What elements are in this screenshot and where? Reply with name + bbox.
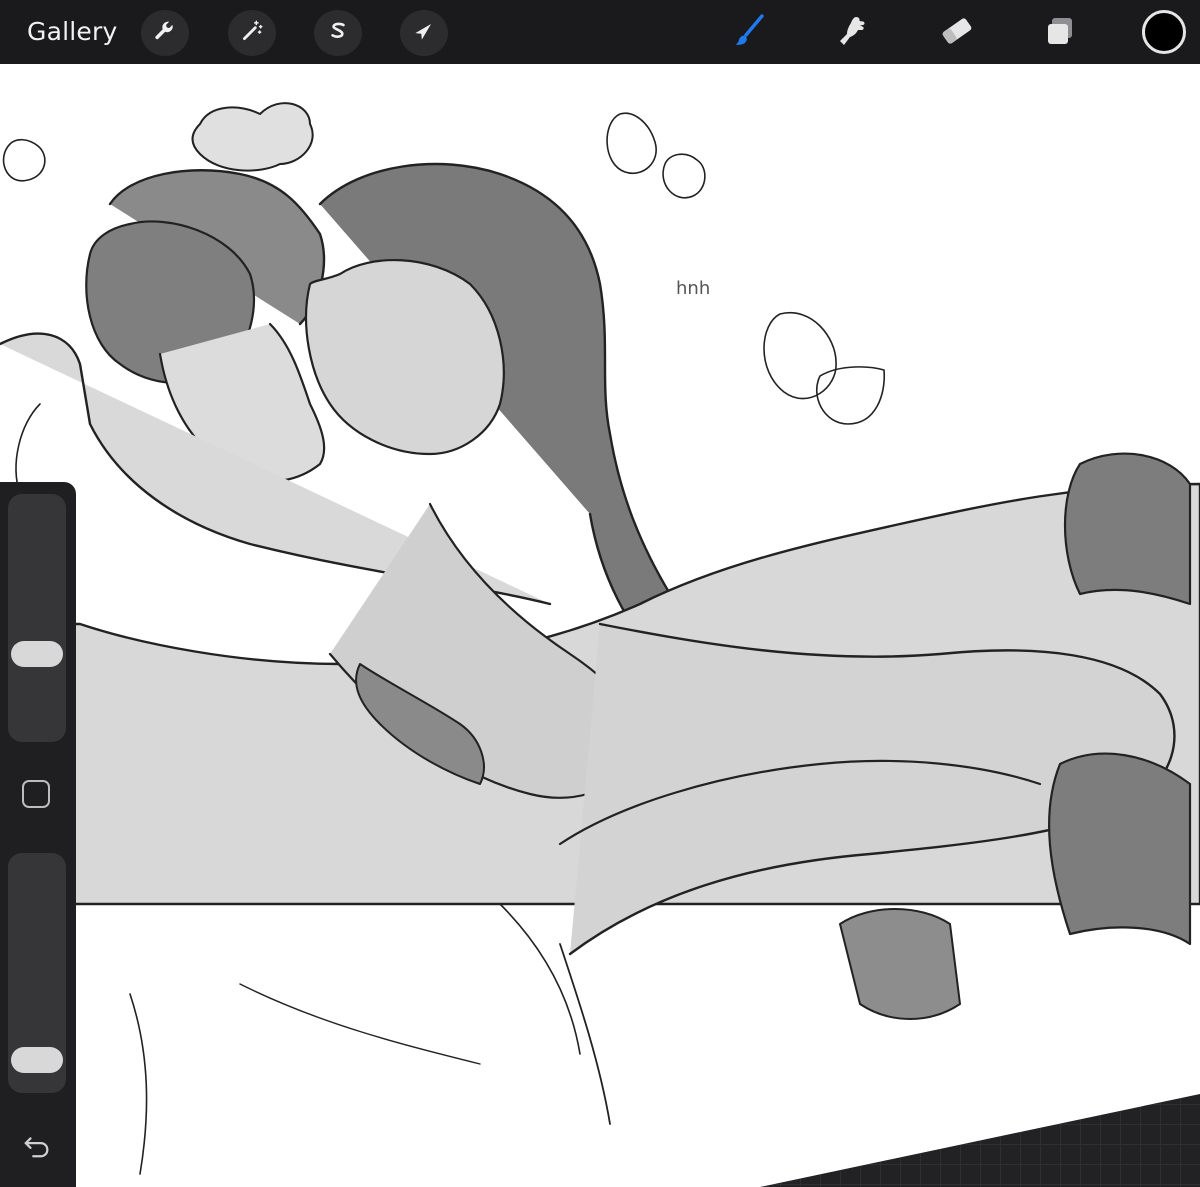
selection-button[interactable] xyxy=(314,10,362,56)
adjustments-button[interactable] xyxy=(228,10,276,56)
opacity-slider[interactable] xyxy=(8,853,66,1093)
undo-button[interactable] xyxy=(18,1128,56,1166)
smudge-tool-button[interactable] xyxy=(829,10,875,56)
gallery-button[interactable]: Gallery xyxy=(27,16,117,48)
selection-s-icon xyxy=(325,18,351,49)
undo-arrow-icon xyxy=(22,1130,52,1165)
smudge-icon xyxy=(832,11,872,56)
layers-button[interactable] xyxy=(1037,10,1083,56)
wrench-icon xyxy=(152,18,178,49)
sketch-note-text: hnh xyxy=(676,278,710,299)
magic-wand-icon xyxy=(239,18,265,49)
brush-tool-button[interactable] xyxy=(726,10,772,56)
transform-button[interactable] xyxy=(400,10,448,56)
top-toolbar: Gallery xyxy=(0,0,1200,64)
brush-size-thumb[interactable] xyxy=(11,641,63,668)
eraser-tool-button[interactable] xyxy=(934,10,980,56)
square-modify-icon xyxy=(20,778,52,815)
brush-size-slider[interactable] xyxy=(8,494,66,742)
brush-icon xyxy=(729,11,769,56)
layers-icon xyxy=(1040,11,1080,56)
opacity-thumb[interactable] xyxy=(11,1046,63,1073)
actions-button[interactable] xyxy=(141,10,189,56)
transform-arrow-icon xyxy=(411,18,437,49)
eraser-icon xyxy=(937,11,977,56)
left-sidebar xyxy=(0,482,76,1187)
color-picker-button[interactable] xyxy=(1142,10,1186,54)
canvas-area[interactable]: hnh xyxy=(0,64,1200,1187)
modify-button[interactable] xyxy=(20,778,52,815)
artwork-canvas[interactable]: hnh xyxy=(0,64,1200,1187)
